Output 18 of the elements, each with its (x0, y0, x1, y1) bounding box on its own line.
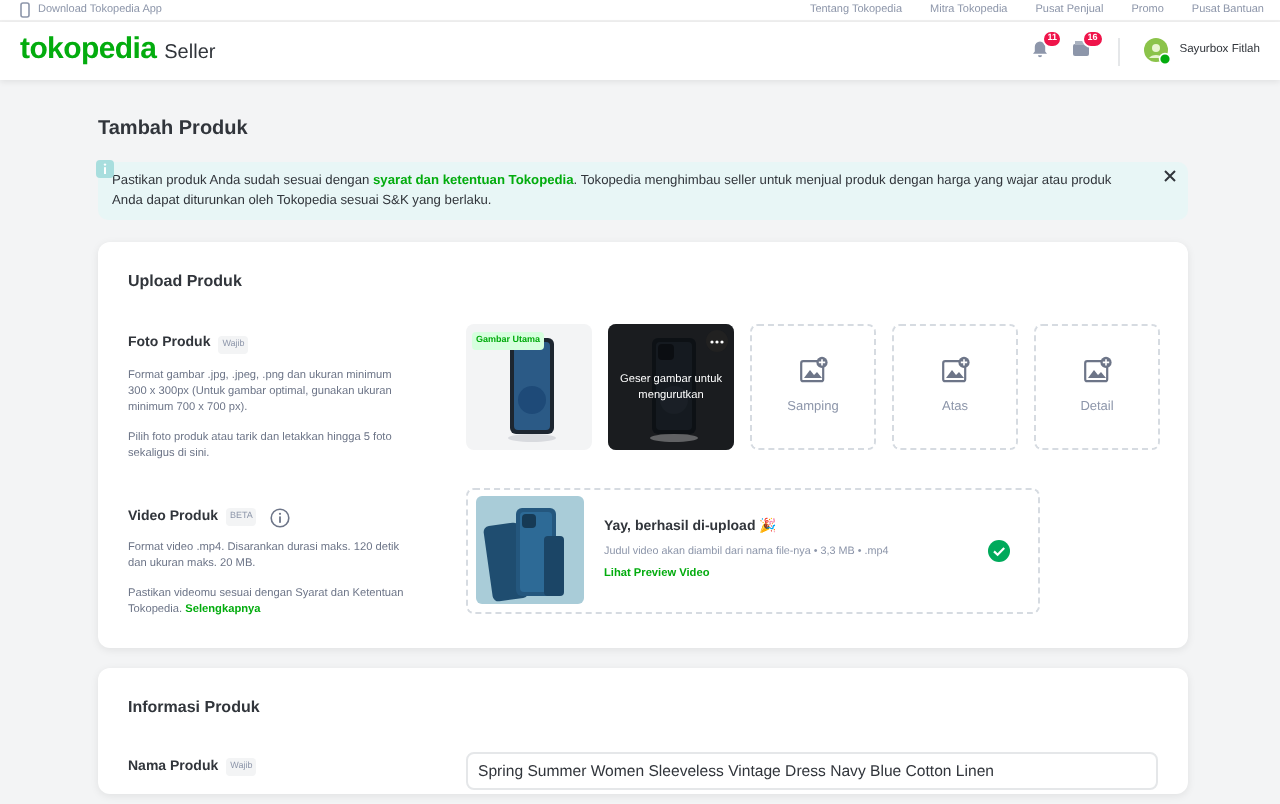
bell-icon (1031, 40, 1048, 59)
add-image-icon (941, 356, 969, 385)
section-title: Upload Produk (128, 270, 244, 295)
close-button[interactable] (1164, 170, 1176, 182)
phone-icon (20, 2, 30, 18)
info-icon[interactable] (270, 507, 291, 528)
notification-button[interactable] (1031, 40, 1048, 59)
add-image-icon (799, 356, 827, 385)
add-image-icon (1083, 356, 1111, 385)
info-icon (96, 160, 114, 178)
more-icon (710, 339, 724, 344)
logo-subtitle: Seller (164, 40, 216, 69)
logo[interactable]: tokopedia (20, 28, 157, 74)
inbox-icon (1071, 40, 1090, 59)
section-title: Informasi Produk (128, 695, 262, 720)
page-title: Tambah Produk (98, 116, 250, 144)
message-button[interactable] (1071, 40, 1090, 59)
close-icon (1164, 170, 1176, 182)
